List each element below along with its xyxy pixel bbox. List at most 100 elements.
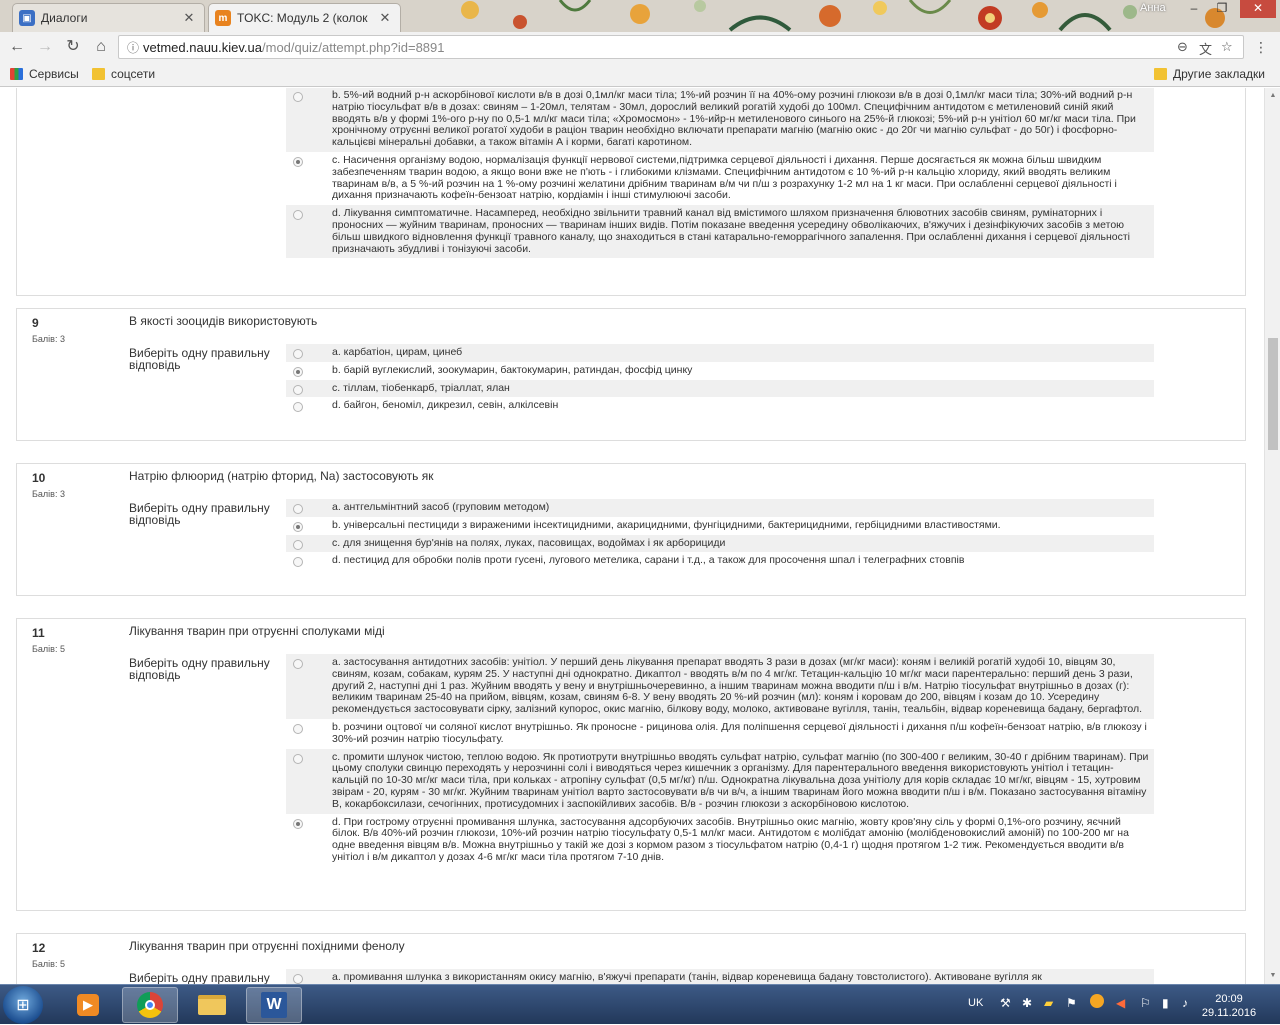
- page-scrollbar[interactable]: ▲ ▼: [1264, 88, 1280, 988]
- answer-prompt: Виберіть одну правильну відповідь: [129, 656, 270, 682]
- answer-option[interactable]: d. пестицид для обробки полів проти гусе…: [286, 552, 1154, 570]
- url-text[interactable]: vetmed.nauu.kiev.ua/mod/quiz/attempt.php…: [143, 40, 445, 55]
- question-text: В якості зооцидів використовують: [129, 314, 318, 328]
- answer-prompt: Виберіть одну правильну відповідь: [129, 501, 270, 527]
- question-8: b. 5%-ий водний р-н аскорбінової кислоти…: [16, 88, 1246, 296]
- info-icon[interactable]: ⓘ: [123, 39, 143, 56]
- answer-option[interactable]: b. розчини оцтової чи соляної кислот вну…: [286, 719, 1154, 749]
- system-tray: UK ⚒ ✱ ▰ ⚑ ◀ ⚐ ▮ ♪ 20:09 29.11.2016: [960, 985, 1280, 1025]
- question-mark: Балів: 5: [32, 959, 65, 969]
- scroll-up-icon[interactable]: ▲: [1269, 92, 1277, 99]
- tab-strip: ▣ Диалоги ✕ m TOKC: Модуль 2 (колок ✕ Ан…: [0, 0, 1280, 32]
- question-text: Лікування тварин при отруєнні сполуками …: [129, 624, 385, 638]
- answer-option[interactable]: d. байгон, беноміл, дикрезил, севін, алк…: [286, 397, 1154, 415]
- close-window-icon[interactable]: ✕: [1240, 0, 1276, 18]
- answer-list: a. застосування антидотних засобів: уніт…: [286, 654, 1154, 867]
- answer-option[interactable]: b. універсальні пестициди з вираженими і…: [286, 517, 1154, 535]
- answer-option[interactable]: a. застосування антидотних засобів: уніт…: [286, 654, 1154, 719]
- radio-button[interactable]: [293, 539, 303, 550]
- answer-option[interactable]: a. антгельмінтний засоб (груповим методо…: [286, 499, 1154, 517]
- radio-button[interactable]: [293, 384, 303, 395]
- start-button[interactable]: ⊞: [3, 986, 43, 1024]
- radio-button[interactable]: [293, 659, 303, 669]
- chat-favicon-icon: ▣: [19, 10, 35, 26]
- maximize-icon[interactable]: ❐: [1208, 0, 1236, 18]
- bookmark-star-icon[interactable]: ☆: [1221, 39, 1233, 55]
- answer-option[interactable]: c. промити шлунок чистою, теплою водою. …: [286, 748, 1154, 814]
- word-icon[interactable]: W: [246, 987, 302, 1023]
- answer-option[interactable]: d. При гострому отруєнні промивання шлун…: [286, 814, 1154, 867]
- windows-taskbar: ⊞ ▶ W UK ⚒ ✱ ▰ ⚑ ◀ ⚐ ▮ ♪ 20:09 29.11.201…: [0, 984, 1280, 1024]
- tray-flag-icon[interactable]: ⚐: [1140, 996, 1151, 1010]
- radio-button[interactable]: [293, 92, 303, 102]
- radio-button[interactable]: [293, 974, 303, 984]
- radio-button[interactable]: [293, 557, 303, 568]
- apps-grid-icon: [10, 68, 23, 80]
- radio-button[interactable]: [293, 210, 303, 221]
- chrome-icon[interactable]: [122, 987, 178, 1023]
- tab-quiz[interactable]: m TOKC: Модуль 2 (колок ✕: [208, 3, 401, 32]
- answer-list: b. 5%-ий водний р-н аскорбінової кислоти…: [286, 88, 1154, 259]
- tray-bluetooth-icon[interactable]: ✱: [1022, 996, 1032, 1010]
- answer-option[interactable]: c. тіллам, тіобенкарб, тріаллат, ялан: [286, 379, 1154, 398]
- radio-button[interactable]: [293, 349, 303, 359]
- address-bar[interactable]: ⓘ vetmed.nauu.kiev.ua/mod/quiz/attempt.p…: [118, 35, 1244, 59]
- back-arrow-icon[interactable]: ←: [6, 36, 28, 58]
- close-tab-icon[interactable]: ✕: [378, 10, 392, 26]
- question-11: 11 Балів: 5 Лікування тварин при отруєнн…: [16, 618, 1246, 911]
- language-indicator[interactable]: UK: [968, 997, 983, 1009]
- answer-option[interactable]: d. Лікування симптоматичне. Насамперед, …: [286, 205, 1154, 259]
- translate-icon[interactable]: 文: [1199, 39, 1212, 58]
- close-tab-icon[interactable]: ✕: [182, 10, 196, 26]
- question-number: 11: [32, 626, 45, 640]
- radio-button-selected[interactable]: [293, 156, 303, 167]
- radio-button[interactable]: [293, 402, 303, 413]
- tray-folder-icon[interactable]: ▰: [1044, 996, 1053, 1010]
- forward-arrow-icon[interactable]: →: [34, 36, 56, 58]
- bookmarks-bar: Сервисы соцсети Другие закладки: [0, 62, 1280, 87]
- scroll-down-icon[interactable]: ▼: [1269, 972, 1277, 979]
- question-text: Натрію флюорид (натрію фторид, Na) засто…: [129, 469, 434, 483]
- answer-option[interactable]: c. для знищення бур'янів на полях, луках…: [286, 534, 1154, 553]
- reload-icon[interactable]: ↻: [62, 36, 84, 58]
- bookmark-services[interactable]: Сервисы: [10, 67, 79, 81]
- clock[interactable]: 20:09 29.11.2016: [1198, 992, 1260, 1020]
- radio-button[interactable]: [293, 504, 303, 514]
- question-mark: Балів: 3: [32, 334, 65, 344]
- tray-app-icon[interactable]: [1090, 994, 1104, 1008]
- profile-name[interactable]: Анна: [1140, 2, 1166, 14]
- answer-list: a. антгельмінтний засоб (груповим методо…: [286, 499, 1154, 570]
- question-mark: Балів: 3: [32, 489, 65, 499]
- tray-antivirus-icon[interactable]: ◀: [1116, 996, 1125, 1010]
- tray-network-icon[interactable]: ⚑: [1066, 996, 1077, 1010]
- radio-button-selected[interactable]: [293, 818, 303, 829]
- radio-button-selected[interactable]: [293, 521, 303, 532]
- answer-option[interactable]: c. Насичення організму водою, нормалізац…: [286, 152, 1154, 205]
- scrollbar-thumb[interactable]: [1268, 338, 1278, 450]
- explorer-icon[interactable]: [184, 987, 240, 1023]
- tray-tools-icon[interactable]: ⚒: [1000, 996, 1011, 1010]
- radio-button[interactable]: [293, 723, 303, 734]
- page-content: b. 5%-ий водний р-н аскорбінової кислоти…: [0, 88, 1264, 988]
- zoom-icon[interactable]: ⊖: [1177, 39, 1188, 55]
- other-bookmarks[interactable]: Другие закладки: [1154, 67, 1265, 81]
- windows-logo-icon: ⊞: [16, 997, 30, 1014]
- question-10: 10 Балів: 3 Натрію флюорид (натрію фтори…: [16, 463, 1246, 596]
- question-9: 9 Балів: 3 В якості зооцидів використову…: [16, 308, 1246, 441]
- moodle-favicon-icon: m: [215, 10, 231, 26]
- question-mark: Балів: 5: [32, 644, 65, 654]
- answer-option[interactable]: b. 5%-ий водний р-н аскорбінової кислоти…: [286, 88, 1154, 152]
- tab-dialogs[interactable]: ▣ Диалоги ✕: [12, 3, 205, 32]
- minimize-icon[interactable]: –: [1180, 0, 1208, 18]
- answer-option[interactable]: b. барій вуглекислий, зоокумарин, бакток…: [286, 362, 1154, 380]
- answer-prompt: Виберіть одну правильну відповідь: [129, 346, 270, 372]
- radio-button-selected[interactable]: [293, 366, 303, 377]
- home-icon[interactable]: ⌂: [90, 36, 112, 58]
- media-player-icon[interactable]: ▶: [60, 987, 116, 1023]
- bookmark-socials[interactable]: соцсети: [92, 67, 155, 81]
- menu-icon[interactable]: ⋮: [1250, 36, 1272, 58]
- volume-icon[interactable]: ♪: [1182, 996, 1188, 1010]
- radio-button[interactable]: [293, 753, 303, 764]
- answer-option[interactable]: a. карбатіон, цирам, цинеб: [286, 344, 1154, 362]
- tray-battery-icon[interactable]: ▮: [1162, 996, 1169, 1010]
